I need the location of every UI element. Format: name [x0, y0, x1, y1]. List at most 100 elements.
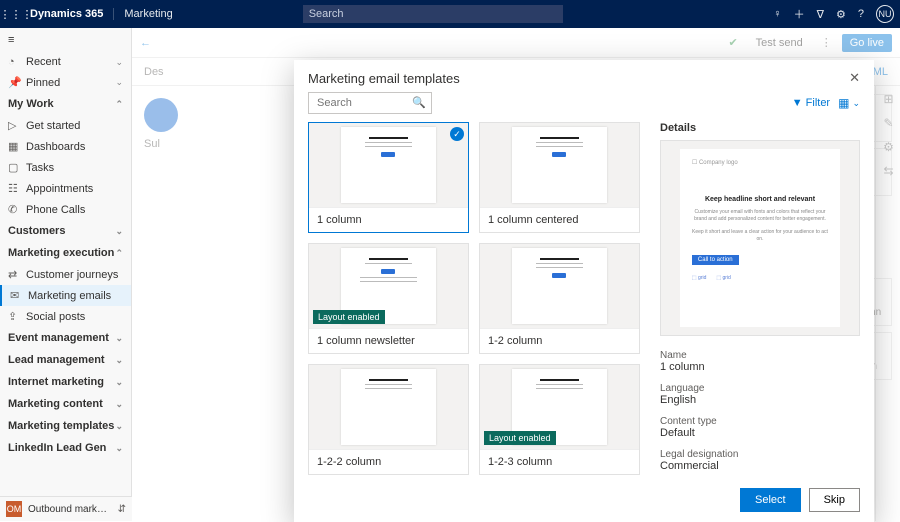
chevron-down-icon: ⌄	[852, 98, 860, 109]
app-area[interactable]: Marketing	[113, 8, 172, 20]
clock-icon: ◔	[8, 56, 20, 68]
field-value-language: English	[660, 394, 860, 406]
global-search[interactable]	[303, 5, 563, 23]
chevron-down-icon: ⌄	[115, 77, 123, 88]
chevron-down-icon: ⌄	[115, 226, 123, 237]
template-card[interactable]: Layout enabled 1-2-3 column	[479, 364, 640, 475]
filter-icon[interactable]: ∇	[817, 8, 824, 21]
field-label-content-type: Content type	[660, 416, 860, 427]
plus-icon[interactable]: ＋	[794, 6, 805, 22]
task-icon: ▢	[8, 161, 20, 174]
template-card[interactable]: Layout enabled 1 column newsletter	[308, 243, 469, 354]
preview-cta: Call to action	[692, 255, 739, 265]
field-label-name: Name	[660, 350, 860, 361]
site-nav: ≡ ◔Recent⌄ 📌Pinned⌄ My Work⌃ ▷Get starte…	[0, 28, 132, 521]
nav-tasks[interactable]: ▢Tasks	[0, 157, 131, 178]
settings-gear-icon[interactable]: ⚙	[836, 8, 846, 21]
field-value-content-type: Default	[660, 427, 860, 439]
layout-enabled-badge: Layout enabled	[313, 310, 385, 324]
nav-dashboards[interactable]: ▦Dashboards	[0, 136, 131, 157]
funnel-icon: ▼	[792, 97, 803, 109]
preview-body: Keep it short and leave a clear action f…	[692, 229, 828, 243]
nav-customer-journeys[interactable]: ⇄Customer journeys	[0, 264, 131, 285]
select-button[interactable]: Select	[740, 488, 801, 512]
play-icon: ▷	[8, 119, 20, 132]
template-card[interactable]: 1-2-2 column	[308, 364, 469, 475]
chevron-down-icon: ⌄	[115, 399, 123, 410]
template-preview: ☐ Company logo Keep headline short and r…	[660, 140, 860, 336]
pin-icon: 📌	[8, 76, 20, 89]
template-card[interactable]: 1 column centered	[479, 122, 640, 233]
template-search[interactable]: 🔍	[308, 92, 432, 114]
dialog-title: Marketing email templates	[308, 71, 460, 86]
template-label: 1 column newsletter	[309, 328, 468, 353]
search-icon[interactable]: 🔍	[412, 96, 426, 109]
area-badge: OM	[6, 501, 22, 517]
nav-group-customers[interactable]: Customers⌄	[0, 220, 131, 242]
nav-group-marketing-templates[interactable]: Marketing templates⌄	[0, 415, 131, 437]
main-region: ← ✔ Test send ⋮ Go live Des ↶ ↷ </>HTML …	[132, 28, 900, 521]
close-icon[interactable]: ✕	[849, 70, 860, 86]
nav-toggle-icon[interactable]: ≡	[0, 28, 131, 52]
app-launcher-icon[interactable]: ⋮⋮⋮	[6, 8, 26, 21]
details-panel: Details ☐ Company logo Keep headline sho…	[660, 122, 860, 478]
user-avatar[interactable]: NU	[876, 5, 894, 23]
chevron-up-icon: ⌃	[115, 99, 123, 110]
nav-recent[interactable]: ◔Recent⌄	[0, 52, 131, 72]
area-label: Outbound market...	[28, 504, 112, 515]
nav-phone-calls[interactable]: ✆Phone Calls	[0, 199, 131, 220]
area-switcher[interactable]: OM Outbound market... ⇵	[0, 496, 132, 521]
global-search-input[interactable]	[303, 5, 563, 23]
global-header: ⋮⋮⋮ Dynamics 365 Marketing ♀ ＋ ∇ ⚙ ? NU	[0, 0, 900, 28]
chevron-down-icon: ⌄	[115, 421, 123, 432]
nav-group-event-management[interactable]: Event management⌄	[0, 327, 131, 349]
preview-grid-col: ⬚ grid	[716, 275, 730, 281]
nav-social-posts[interactable]: ⇪Social posts	[0, 306, 131, 327]
help-icon[interactable]: ?	[858, 8, 864, 20]
nav-group-marketing-execution[interactable]: Marketing execution⌃	[0, 242, 131, 264]
layout-enabled-badge: Layout enabled	[484, 431, 556, 445]
details-heading: Details	[660, 122, 860, 134]
nav-group-marketing-content[interactable]: Marketing content⌄	[0, 393, 131, 415]
chevron-down-icon: ⌄	[115, 355, 123, 366]
nav-group-mywork[interactable]: My Work⌃	[0, 93, 131, 115]
template-label: 1-2-3 column	[480, 449, 639, 474]
chevron-down-icon: ⌄	[115, 333, 123, 344]
share-icon: ⇪	[8, 310, 20, 323]
chevron-up-icon: ⌃	[115, 248, 123, 259]
nav-pinned[interactable]: 📌Pinned⌄	[0, 72, 131, 93]
template-card[interactable]: 1-2 column	[479, 243, 640, 354]
template-card[interactable]: ✓ 1 column	[308, 122, 469, 233]
product-name: Dynamics 365	[30, 8, 103, 20]
field-label-language: Language	[660, 383, 860, 394]
preview-grid-col: ⬚ grid	[692, 275, 706, 281]
calendar-icon: ☷	[8, 182, 20, 195]
email-icon: ✉	[10, 289, 22, 302]
nav-get-started[interactable]: ▷Get started	[0, 115, 131, 136]
nav-group-lead-management[interactable]: Lead management⌄	[0, 349, 131, 371]
lightbulb-icon[interactable]: ♀	[773, 8, 781, 20]
chevron-down-icon: ⌄	[115, 57, 123, 68]
view-switch[interactable]: ▦⌄	[838, 96, 860, 110]
template-label: 1 column	[309, 207, 468, 232]
updown-icon: ⇵	[118, 504, 126, 515]
chevron-down-icon: ⌄	[115, 377, 123, 388]
phone-icon: ✆	[8, 203, 20, 216]
journey-icon: ⇄	[8, 268, 20, 281]
nav-group-internet-marketing[interactable]: Internet marketing⌄	[0, 371, 131, 393]
nav-group-linkedin[interactable]: LinkedIn Lead Gen⌄	[0, 437, 131, 459]
preview-body: Customize your email with fonts and colo…	[692, 209, 828, 223]
grid-view-icon: ▦	[838, 96, 849, 110]
template-label: 1-2 column	[480, 328, 639, 353]
template-label: 1-2-2 column	[309, 449, 468, 474]
preview-logo: ☐ Company logo	[692, 159, 738, 166]
skip-button[interactable]: Skip	[809, 488, 860, 512]
template-label: 1 column centered	[480, 207, 639, 232]
nav-appointments[interactable]: ☷Appointments	[0, 178, 131, 199]
selected-check-icon: ✓	[450, 127, 464, 141]
field-value-name: 1 column	[660, 361, 860, 373]
template-list[interactable]: ✓ 1 column 1 column centered Layout enab…	[308, 122, 646, 478]
nav-marketing-emails[interactable]: ✉Marketing emails	[0, 285, 131, 306]
field-value-legal: Commercial	[660, 460, 860, 472]
filter-button[interactable]: ▼Filter	[792, 97, 830, 109]
